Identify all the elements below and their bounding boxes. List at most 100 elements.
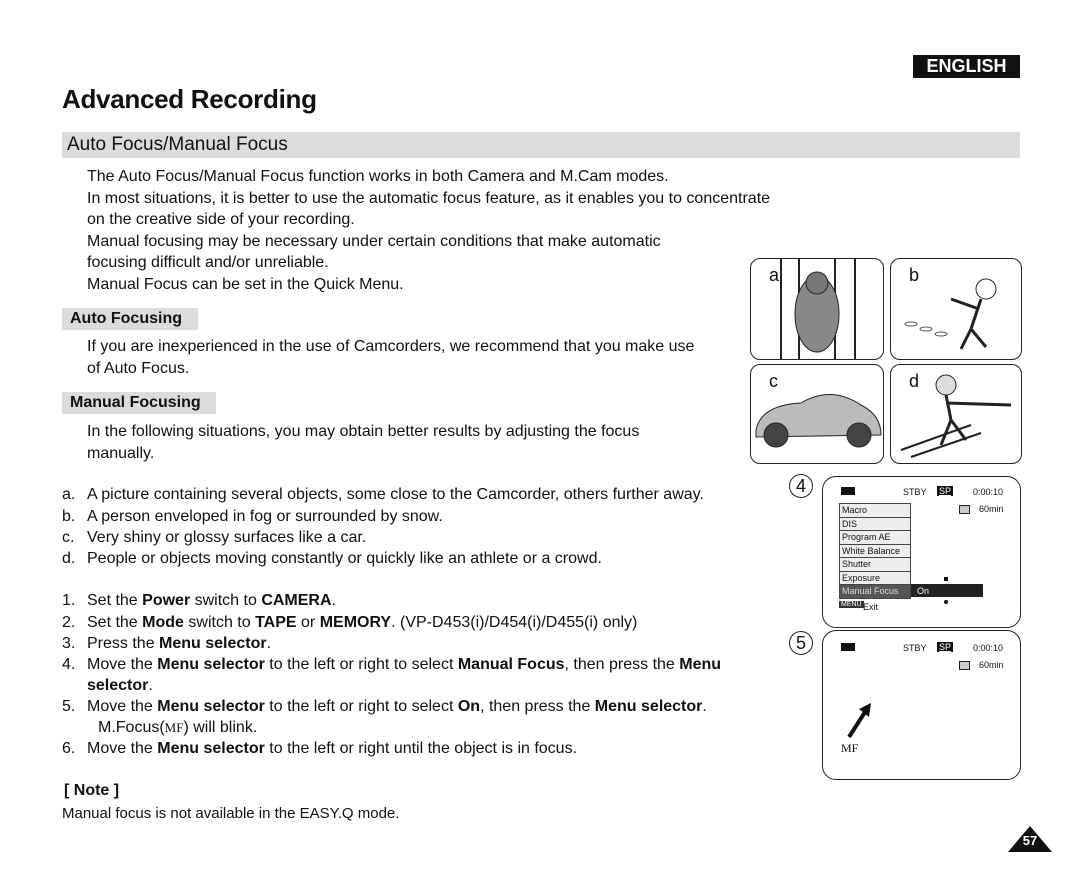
step-keyword: MEMORY bbox=[319, 614, 392, 631]
illustration-label: b bbox=[909, 265, 920, 285]
step-text: Move the Menu selector to the left or ri… bbox=[87, 654, 721, 675]
step-keyword: TAPE bbox=[255, 614, 297, 631]
step-label: 1. bbox=[62, 592, 76, 609]
situation-text: A picture containing several objects, so… bbox=[87, 486, 704, 503]
menu-item[interactable]: DIS bbox=[839, 517, 911, 531]
auto-focusing-text: If you are inexperienced in the use of C… bbox=[87, 338, 695, 355]
record-mode: SP bbox=[937, 486, 954, 496]
step-keyword: selector bbox=[87, 677, 149, 694]
manual-page: ENGLISH Advanced Recording Auto Focus/Ma… bbox=[0, 0, 1080, 880]
step-text-segment: . bbox=[266, 635, 272, 652]
note-heading: [ Note ] bbox=[64, 782, 120, 799]
exit-label: Exit bbox=[863, 602, 879, 612]
step-text-segment: M.Focus( bbox=[98, 719, 165, 736]
illustration-d-skier: d bbox=[890, 364, 1022, 464]
situation-label: c. bbox=[62, 529, 75, 546]
intro-line: In most situations, it is better to use … bbox=[87, 190, 771, 207]
step-label: 3. bbox=[62, 635, 76, 652]
step-number-4: 4 bbox=[789, 474, 813, 498]
menu-key-icon: MENU bbox=[839, 601, 864, 608]
intro-line: focusing difficult and/or unreliable. bbox=[87, 254, 329, 271]
tape-remaining: 60min bbox=[979, 504, 1004, 514]
status-text: STBY bbox=[903, 643, 927, 653]
step-keyword: Power bbox=[142, 592, 191, 609]
step-text-segment: switch to bbox=[190, 592, 262, 609]
battery-icon bbox=[841, 643, 855, 651]
status-text: STBY bbox=[903, 487, 927, 497]
step-keyword: On bbox=[457, 698, 481, 715]
time-counter: 0:00:10 bbox=[973, 487, 1004, 497]
note-text: Manual focus is not available in the EAS… bbox=[62, 805, 400, 822]
manual-focus-indicator: MF bbox=[841, 741, 859, 755]
situation-label: a. bbox=[62, 486, 76, 503]
step-keyword: Manual Focus bbox=[457, 656, 565, 673]
step-text: Move the Menu selector to the left or ri… bbox=[87, 696, 707, 717]
step-text-segment: Move the bbox=[87, 740, 158, 757]
tape-icon bbox=[959, 661, 970, 670]
illustration-b-person-in-snow: b bbox=[890, 258, 1022, 360]
step-text-segment: . bbox=[148, 677, 153, 694]
step-label: 6. bbox=[62, 740, 76, 757]
selected-value[interactable]: On bbox=[911, 584, 983, 597]
situation-text: A person enveloped in fog or surrounded … bbox=[87, 508, 443, 525]
auto-focusing-heading: Auto Focusing bbox=[62, 308, 198, 330]
page-title: Advanced Recording bbox=[62, 84, 317, 114]
step-label: 5. bbox=[62, 698, 76, 715]
step-text-segment: to the left or right until the object is… bbox=[264, 740, 578, 757]
step-text-segment: Set the bbox=[87, 592, 143, 609]
manual-focusing-text: In the following situations, you may obt… bbox=[87, 423, 640, 440]
auto-focusing-text: of Auto Focus. bbox=[87, 360, 190, 377]
intro-line: on the creative side of your recording. bbox=[87, 211, 355, 228]
section-title: Auto Focus/Manual Focus bbox=[67, 134, 288, 155]
step-text-segment: Set the bbox=[87, 614, 143, 631]
menu-item[interactable]: Shutter bbox=[839, 558, 911, 572]
step-text: Set the Power switch to CAMERA. bbox=[87, 590, 336, 611]
illustration-label: c bbox=[769, 371, 778, 391]
step-keyword: Mode bbox=[142, 614, 184, 631]
step-text-segment: . bbox=[702, 698, 707, 715]
menu-item[interactable]: White Balance bbox=[839, 544, 911, 558]
situation-label: b. bbox=[62, 508, 76, 525]
illustration-a-gorilla-behind-bars: a bbox=[750, 258, 884, 360]
arrow-icon bbox=[847, 703, 871, 739]
menu-item-selected[interactable]: Manual Focus bbox=[839, 585, 911, 599]
page-number: 57 bbox=[1022, 833, 1038, 848]
step-text-segment: or bbox=[296, 614, 320, 631]
step-keyword: Menu selector bbox=[159, 635, 267, 652]
step-keyword: Menu selector bbox=[157, 698, 265, 715]
step-text: M.Focus(MF) will blink. bbox=[98, 717, 257, 738]
step-text-segment: , then press the bbox=[480, 698, 595, 715]
illustration-label: d bbox=[909, 371, 920, 391]
step-text-segment: Press the bbox=[87, 635, 160, 652]
manual-focusing-text: manually. bbox=[87, 445, 155, 462]
step-text-segment: to the left or right to select bbox=[264, 698, 458, 715]
menu-item[interactable]: Program AE bbox=[839, 531, 911, 545]
down-arrow-icon bbox=[944, 600, 948, 604]
quick-menu: Macro DIS Program AE White Balance Shutt… bbox=[839, 503, 911, 599]
intro-line: Manual Focus can be set in the Quick Men… bbox=[87, 276, 404, 293]
tape-icon bbox=[959, 505, 970, 514]
step-text: selector. bbox=[87, 675, 153, 696]
situation-label: d. bbox=[62, 550, 76, 567]
manual-focus-icon: MF bbox=[164, 720, 184, 735]
step-text-segment: Move the bbox=[87, 656, 158, 673]
record-mode: SP bbox=[937, 642, 954, 652]
manual-focusing-heading: Manual Focusing bbox=[62, 392, 216, 414]
step-text: Set the Mode switch to TAPE or MEMORY. (… bbox=[87, 612, 637, 633]
situation-text: Very shiny or glossy surfaces like a car… bbox=[87, 529, 367, 546]
battery-icon bbox=[841, 487, 855, 495]
step-text-segment: . (VP-D453(i)/D454(i)/D455(i) only) bbox=[391, 614, 638, 631]
step-text: Press the Menu selector. bbox=[87, 633, 271, 654]
step-text-segment: Move the bbox=[87, 698, 158, 715]
step-label: 4. bbox=[62, 656, 76, 673]
situation-text: People or objects moving constantly or q… bbox=[87, 550, 602, 567]
illustration-label: a bbox=[769, 265, 780, 285]
tape-remaining: 60min bbox=[979, 660, 1004, 670]
step-text-segment: to the left or right to select bbox=[264, 656, 458, 673]
lcd-screen-menu: STBY SP 0:00:10 60min Macro DIS Program … bbox=[822, 476, 1021, 628]
menu-item[interactable]: Macro bbox=[839, 503, 911, 518]
step-number-5: 5 bbox=[789, 631, 813, 655]
menu-item[interactable]: Exposure bbox=[839, 571, 911, 585]
step-keyword: Menu selector bbox=[157, 656, 265, 673]
intro-line: Manual focusing may be necessary under c… bbox=[87, 233, 661, 250]
